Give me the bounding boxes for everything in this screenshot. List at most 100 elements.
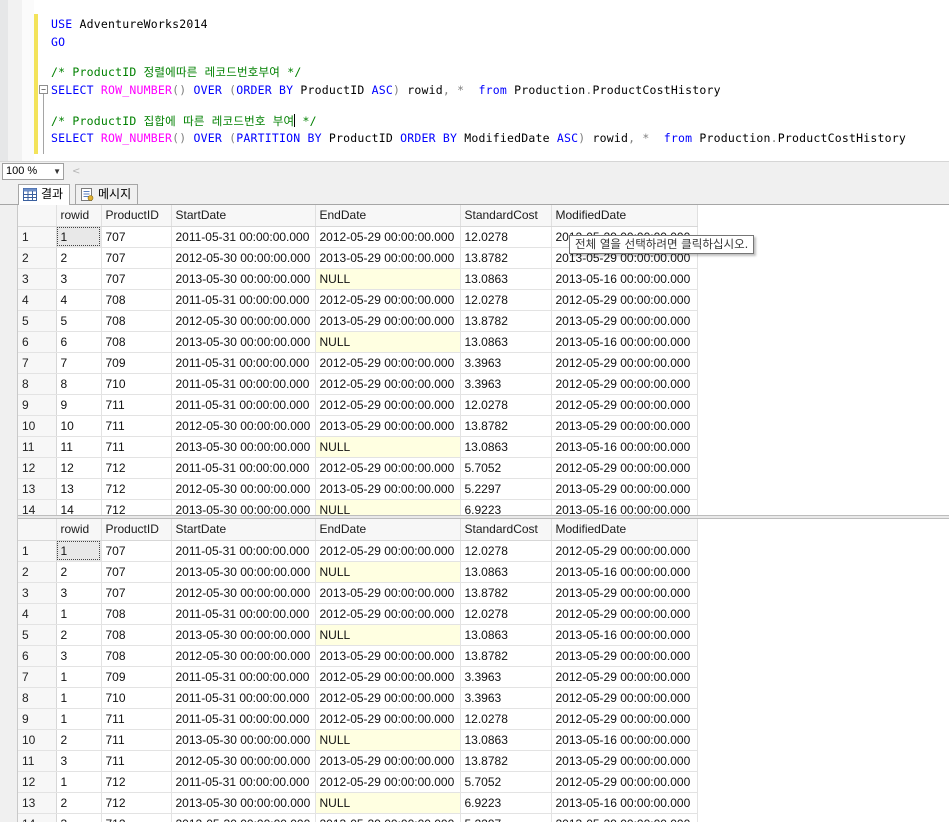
- cell-enddate[interactable]: 2013-05-29 00:00:00.000: [315, 310, 461, 332]
- cell-startdate[interactable]: 2013-05-30 00:00:00.000: [171, 792, 316, 814]
- column-header-modifieddate[interactable]: ModifiedDate: [551, 205, 698, 227]
- results-grid-2[interactable]: rowid ProductID StartDate EndDate StandardCo…: [18, 519, 949, 822]
- cell-standardcost[interactable]: 12.0278: [460, 394, 552, 416]
- row-number[interactable]: 4: [18, 289, 57, 311]
- cell-modifieddate[interactable]: 2012-05-29 00:00:00.000: [551, 708, 698, 730]
- table-row[interactable]: 11 11 711 2013-05-30 00:00:00.000 NULL 13.086…: [18, 436, 698, 458]
- code-line[interactable]: SELECT ROW_NUMBER() OVER (PARTITION BY P…: [51, 130, 906, 146]
- cell-productid[interactable]: 707: [101, 247, 172, 269]
- cell-startdate[interactable]: 2012-05-30 00:00:00.000: [171, 310, 316, 332]
- cell-enddate[interactable]: 2012-05-29 00:00:00.000: [315, 373, 461, 395]
- row-number[interactable]: 14: [18, 499, 57, 515]
- column-header-startdate[interactable]: StartDate: [171, 519, 316, 541]
- cell-modifieddate[interactable]: 2012-05-29 00:00:00.000: [551, 373, 698, 395]
- cell-productid[interactable]: 711: [101, 415, 172, 437]
- column-header-enddate[interactable]: EndDate: [315, 205, 461, 227]
- cell-startdate[interactable]: 2011-05-31 00:00:00.000: [171, 708, 316, 730]
- cell-enddate[interactable]: NULL: [315, 561, 461, 583]
- cell-enddate[interactable]: 2013-05-29 00:00:00.000: [315, 415, 461, 437]
- cell-productid[interactable]: 708: [101, 331, 172, 353]
- cell-enddate[interactable]: NULL: [315, 499, 461, 515]
- cell-enddate[interactable]: 2013-05-29 00:00:00.000: [315, 750, 461, 772]
- cell-rowid[interactable]: 3: [56, 750, 102, 772]
- cell-rowid[interactable]: 1: [56, 708, 102, 730]
- row-number[interactable]: 6: [18, 645, 57, 667]
- cell-productid[interactable]: 711: [101, 708, 172, 730]
- cell-standardcost[interactable]: 13.8782: [460, 750, 552, 772]
- cell-modifieddate[interactable]: 2013-05-16 00:00:00.000: [551, 624, 698, 646]
- table-row[interactable]: 7 7 709 2011-05-31 00:00:00.000 2012-05-29 0…: [18, 352, 698, 374]
- cell-productid[interactable]: 708: [101, 645, 172, 667]
- cell-standardcost[interactable]: 13.0863: [460, 268, 552, 290]
- cell-enddate[interactable]: 2012-05-29 00:00:00.000: [315, 603, 461, 625]
- cell-enddate[interactable]: NULL: [315, 792, 461, 814]
- cell-rowid[interactable]: 1: [56, 687, 102, 709]
- cell-enddate[interactable]: NULL: [315, 729, 461, 751]
- cell-modifieddate[interactable]: 2013-05-16 00:00:00.000: [551, 561, 698, 583]
- cell-modifieddate[interactable]: 2012-05-29 00:00:00.000: [551, 540, 698, 562]
- table-row[interactable]: 8 1 710 2011-05-31 00:00:00.000 2012-05-29 0…: [18, 687, 698, 709]
- cell-rowid[interactable]: 2: [56, 792, 102, 814]
- cell-rowid[interactable]: 1: [56, 603, 102, 625]
- cell-rowid[interactable]: 3: [56, 268, 102, 290]
- cell-productid[interactable]: 708: [101, 289, 172, 311]
- cell-startdate[interactable]: 2011-05-31 00:00:00.000: [171, 373, 316, 395]
- cell-enddate[interactable]: 2012-05-29 00:00:00.000: [315, 666, 461, 688]
- cell-rowid[interactable]: 2: [56, 247, 102, 269]
- cell-productid[interactable]: 707: [101, 268, 172, 290]
- cell-rowid[interactable]: 11: [56, 436, 102, 458]
- cell-enddate[interactable]: 2013-05-29 00:00:00.000: [315, 813, 461, 822]
- row-number[interactable]: 11: [18, 750, 57, 772]
- cell-startdate[interactable]: 2011-05-31 00:00:00.000: [171, 666, 316, 688]
- code-line[interactable]: GO: [51, 34, 65, 50]
- cell-rowid[interactable]: 8: [56, 373, 102, 395]
- cell-rowid[interactable]: 3: [56, 582, 102, 604]
- column-header-enddate[interactable]: EndDate: [315, 519, 461, 541]
- cell-productid[interactable]: 712: [101, 499, 172, 515]
- cell-enddate[interactable]: 2012-05-29 00:00:00.000: [315, 771, 461, 793]
- cell-startdate[interactable]: 2013-05-30 00:00:00.000: [171, 561, 316, 583]
- cell-standardcost[interactable]: 6.9223: [460, 499, 552, 515]
- cell-standardcost[interactable]: 3.3963: [460, 352, 552, 374]
- cell-rowid[interactable]: 9: [56, 394, 102, 416]
- cell-standardcost[interactable]: 6.9223: [460, 792, 552, 814]
- cell-modifieddate[interactable]: 2012-05-29 00:00:00.000: [551, 394, 698, 416]
- zoom-dropdown[interactable]: 100 % ▼: [2, 163, 64, 180]
- row-number[interactable]: 7: [18, 666, 57, 688]
- cell-productid[interactable]: 707: [101, 540, 172, 562]
- cell-startdate[interactable]: 2011-05-31 00:00:00.000: [171, 771, 316, 793]
- row-number[interactable]: 1: [18, 540, 57, 562]
- cell-startdate[interactable]: 2012-05-30 00:00:00.000: [171, 750, 316, 772]
- cell-standardcost[interactable]: 13.0863: [460, 729, 552, 751]
- table-row[interactable]: 9 1 711 2011-05-31 00:00:00.000 2012-05-29 0…: [18, 708, 698, 730]
- cell-startdate[interactable]: 2012-05-30 00:00:00.000: [171, 478, 316, 500]
- cell-modifieddate[interactable]: 2013-05-29 00:00:00.000: [551, 582, 698, 604]
- scroll-left-icon[interactable]: <: [72, 164, 80, 179]
- cell-productid[interactable]: 712: [101, 771, 172, 793]
- cell-modifieddate[interactable]: 2013-05-16 00:00:00.000: [551, 729, 698, 751]
- cell-rowid[interactable]: 4: [56, 289, 102, 311]
- cell-productid[interactable]: 707: [101, 226, 172, 248]
- cell-standardcost[interactable]: 13.8782: [460, 582, 552, 604]
- table-row[interactable]: 4 1 708 2011-05-31 00:00:00.000 2012-05-29 0…: [18, 603, 698, 625]
- cell-standardcost[interactable]: 12.0278: [460, 603, 552, 625]
- row-number[interactable]: 4: [18, 603, 57, 625]
- cell-modifieddate[interactable]: 2013-05-29 00:00:00.000: [551, 645, 698, 667]
- results-grid-1[interactable]: rowid ProductID StartDate EndDate StandardCo…: [18, 205, 949, 515]
- cell-rowid[interactable]: 7: [56, 352, 102, 374]
- cell-startdate[interactable]: 2012-05-30 00:00:00.000: [171, 813, 316, 822]
- cell-startdate[interactable]: 2012-05-30 00:00:00.000: [171, 415, 316, 437]
- cell-modifieddate[interactable]: 2013-05-29 00:00:00.000: [551, 310, 698, 332]
- cell-productid[interactable]: 712: [101, 478, 172, 500]
- cell-standardcost[interactable]: 12.0278: [460, 289, 552, 311]
- cell-rowid[interactable]: 1: [56, 771, 102, 793]
- cell-productid[interactable]: 712: [101, 457, 172, 479]
- cell-startdate[interactable]: 2013-05-30 00:00:00.000: [171, 499, 316, 515]
- cell-rowid[interactable]: 2: [56, 729, 102, 751]
- cell-startdate[interactable]: 2011-05-31 00:00:00.000: [171, 603, 316, 625]
- cell-productid[interactable]: 708: [101, 310, 172, 332]
- collapse-icon[interactable]: −: [39, 85, 48, 94]
- cell-enddate[interactable]: 2012-05-29 00:00:00.000: [315, 687, 461, 709]
- cell-standardcost[interactable]: 3.3963: [460, 666, 552, 688]
- cell-modifieddate[interactable]: 2012-05-29 00:00:00.000: [551, 352, 698, 374]
